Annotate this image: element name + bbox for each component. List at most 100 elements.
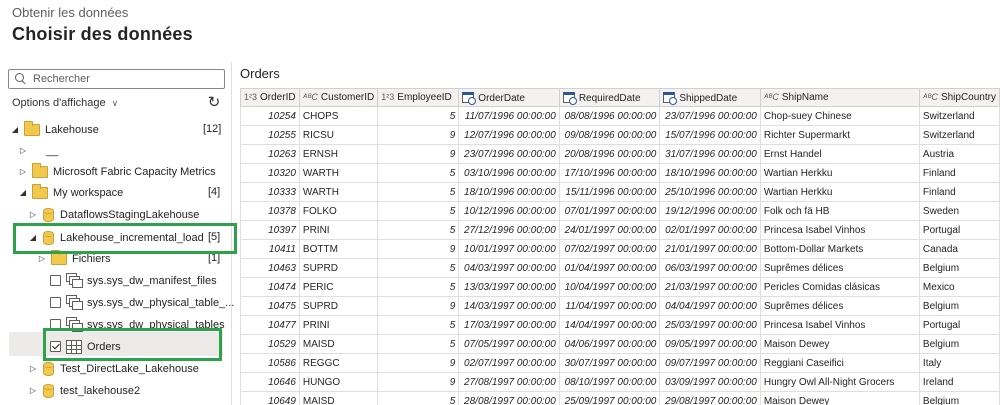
table-row: 10320 WARTH 5 03/10/1996 00:00:00 17/10/1996… — [240, 163, 1000, 183]
search-box[interactable] — [8, 69, 225, 89]
tree-item-my-workspace[interactable]: ◢ My workspace — [18, 182, 123, 203]
tree-item-test-directlake-lakehouse[interactable]: ▷ Test_DirectLake_Lakehouse — [28, 358, 199, 379]
table-cell: SUPRD — [298, 296, 379, 316]
tree-item-lakehouse-incremental-load[interactable]: ◢ Lakehouse_incremental_load — [28, 227, 204, 248]
collapse-icon[interactable]: ◢ — [10, 125, 20, 134]
checkbox[interactable] — [50, 319, 61, 330]
tree-item-sys-dw-manifest-files[interactable]: sys.sys_dw_manifest_files — [50, 270, 217, 291]
table-row: 10411 BOTTM 9 10/01/1997 00:00:00 07/02/1997… — [240, 239, 1000, 259]
expand-icon[interactable]: ▷ — [28, 364, 38, 373]
table-cell: Maison Dewey — [759, 334, 920, 354]
expand-icon[interactable]: ▷ — [18, 146, 28, 155]
search-input[interactable] — [33, 73, 213, 85]
column-header-label: RequiredDate — [578, 92, 641, 104]
column-header-shippeddate[interactable]: ShippedDate — [659, 88, 761, 107]
column-header-shipname[interactable]: ᴬᴮC ShipName — [759, 88, 920, 107]
refresh-icon[interactable]: ↻ — [206, 95, 222, 111]
table-cell: 19/12/1996 00:00:00 — [659, 201, 761, 221]
table-cell: 23/07/1996 00:00:00 — [458, 144, 560, 164]
table-cell: PRINI — [298, 315, 379, 335]
column-header-employeeid[interactable]: 1²3 EmployeeID — [377, 88, 460, 107]
tree-item-label: My workspace — [53, 186, 124, 199]
column-header-orderid[interactable]: 1²3 OrderID — [240, 88, 300, 107]
table-cell: Austria — [918, 144, 1000, 164]
column-header-label: ShippedDate — [679, 92, 738, 104]
checkbox[interactable] — [50, 297, 61, 308]
column-header-label: EmployeeID — [397, 92, 452, 103]
table-group-icon — [66, 316, 83, 333]
tree-item-label: sys.sys_dw_manifest_files — [87, 274, 217, 287]
tree-item-test-lakehouse2[interactable]: ▷ test_lakehouse2 — [28, 380, 140, 401]
table-row: 10586 REGGC 9 02/07/1997 00:00:00 30/07/1997… — [240, 353, 1000, 373]
text-type-icon: ᴬᴮC — [922, 92, 938, 102]
expand-icon[interactable]: ▷ — [18, 167, 28, 176]
tree-item-sys-dw-physical-table[interactable]: sys.sys_dw_physical_table_... — [50, 292, 234, 313]
tree-item-orders[interactable]: Orders — [50, 336, 121, 357]
checkbox-checked[interactable] — [50, 341, 61, 352]
tree-item-underscore[interactable]: ▷ __ — [18, 140, 58, 161]
table-cell: 04/03/1997 00:00:00 — [458, 258, 560, 278]
column-header-label: OrderDate — [478, 92, 525, 104]
table-cell: Switzerland — [918, 106, 1000, 126]
table-cell: 08/08/1996 00:00:00 — [558, 106, 661, 126]
table-cell: Folk och fä HB — [759, 201, 920, 221]
preview-table: 1²3 OrderID ᴬᴮC CustomerID 1²3 EmployeeID Orde… — [240, 88, 1000, 405]
table-cell: SUPRD — [298, 258, 379, 278]
subtitle: Obtenir les données — [12, 5, 129, 20]
tree-item-fichiers[interactable]: ▷ Fichiers — [37, 248, 111, 269]
table-cell: 10333 — [240, 182, 300, 202]
tree-item-fabric-capacity-metrics[interactable]: ▷ Microsoft Fabric Capacity Metrics — [18, 161, 216, 182]
table-cell: Belgium — [918, 334, 1000, 354]
table-cell: Maison Dewey — [759, 391, 920, 405]
table-cell: Belgium — [918, 296, 1000, 316]
expand-icon[interactable]: ▷ — [37, 254, 47, 263]
collapse-icon[interactable]: ◢ — [28, 233, 38, 242]
table-cell: 10263 — [240, 144, 300, 164]
display-options-label: Options d'affichage — [12, 97, 106, 109]
table-cell: 25/09/1997 00:00:00 — [558, 391, 661, 405]
tree-item-label: Lakehouse_incremental_load — [60, 231, 204, 244]
table-cell: 29/08/1997 00:00:00 — [659, 391, 761, 405]
column-header-orderdate[interactable]: OrderDate — [458, 88, 560, 107]
folder-icon — [32, 183, 48, 199]
table-icon — [66, 339, 82, 354]
data-preview-grid[interactable]: 1²3 OrderID ᴬᴮC CustomerID 1²3 EmployeeID Orde… — [240, 88, 1000, 405]
tree-item-sys-dw-physical-tables[interactable]: sys.sys_dw_physical_tables — [50, 314, 225, 335]
table-cell: Italy — [918, 353, 1000, 373]
folder-icon — [24, 120, 40, 136]
table-cell: 09/08/1996 00:00:00 — [558, 125, 661, 145]
table-cell: 30/07/1997 00:00:00 — [558, 353, 661, 373]
table-cell: 10/04/1997 00:00:00 — [558, 277, 661, 297]
column-header-shipcountry[interactable]: ᴬᴮC ShipCountry — [918, 88, 1000, 107]
table-cell: Princesa Isabel Vinhos — [759, 220, 920, 240]
table-cell: 10254 — [240, 106, 300, 126]
table-cell: 12/07/1996 00:00:00 — [458, 125, 560, 145]
table-cell: 03/10/1996 00:00:00 — [458, 163, 560, 183]
item-count: [1] — [208, 252, 221, 264]
lakehouse-icon — [43, 230, 54, 245]
table-cell: 5 — [377, 163, 460, 183]
table-cell: Switzerland — [918, 125, 1000, 145]
tree-item-dataflows-staging-lakehouse[interactable]: ▷ DataflowsStagingLakehouse — [28, 204, 199, 225]
table-cell: 04/06/1997 00:00:00 — [558, 334, 661, 354]
table-cell: 5 — [377, 201, 460, 221]
display-options-dropdown[interactable]: Options d'affichage ∨ — [12, 97, 118, 109]
expand-icon[interactable]: ▷ — [28, 210, 38, 219]
table-row: 10333 WARTH 5 18/10/1996 00:00:00 15/11/1996… — [240, 182, 1000, 202]
column-header-requireddate[interactable]: RequiredDate — [558, 88, 661, 107]
column-header-customerid[interactable]: ᴬᴮC CustomerID — [298, 88, 379, 107]
table-row: 10475 SUPRD 9 14/03/1997 00:00:00 11/04/1997… — [240, 296, 1000, 316]
table-cell: 5 — [377, 182, 460, 202]
item-count: [5] — [208, 231, 221, 243]
collapse-icon[interactable]: ◢ — [18, 188, 28, 197]
table-cell: 21/03/1997 00:00:00 — [659, 277, 761, 297]
table-cell: 10320 — [240, 163, 300, 183]
checkbox[interactable] — [50, 275, 61, 286]
tree-item-label: __ — [46, 144, 59, 157]
folder-icon — [32, 162, 48, 178]
expand-icon[interactable]: ▷ — [28, 386, 38, 395]
tree-item-lakehouse[interactable]: ◢ Lakehouse — [10, 119, 99, 140]
table-cell: RICSU — [298, 125, 379, 145]
table-cell: 10/12/1996 00:00:00 — [458, 201, 560, 221]
page-title: Choisir des données — [12, 24, 193, 44]
